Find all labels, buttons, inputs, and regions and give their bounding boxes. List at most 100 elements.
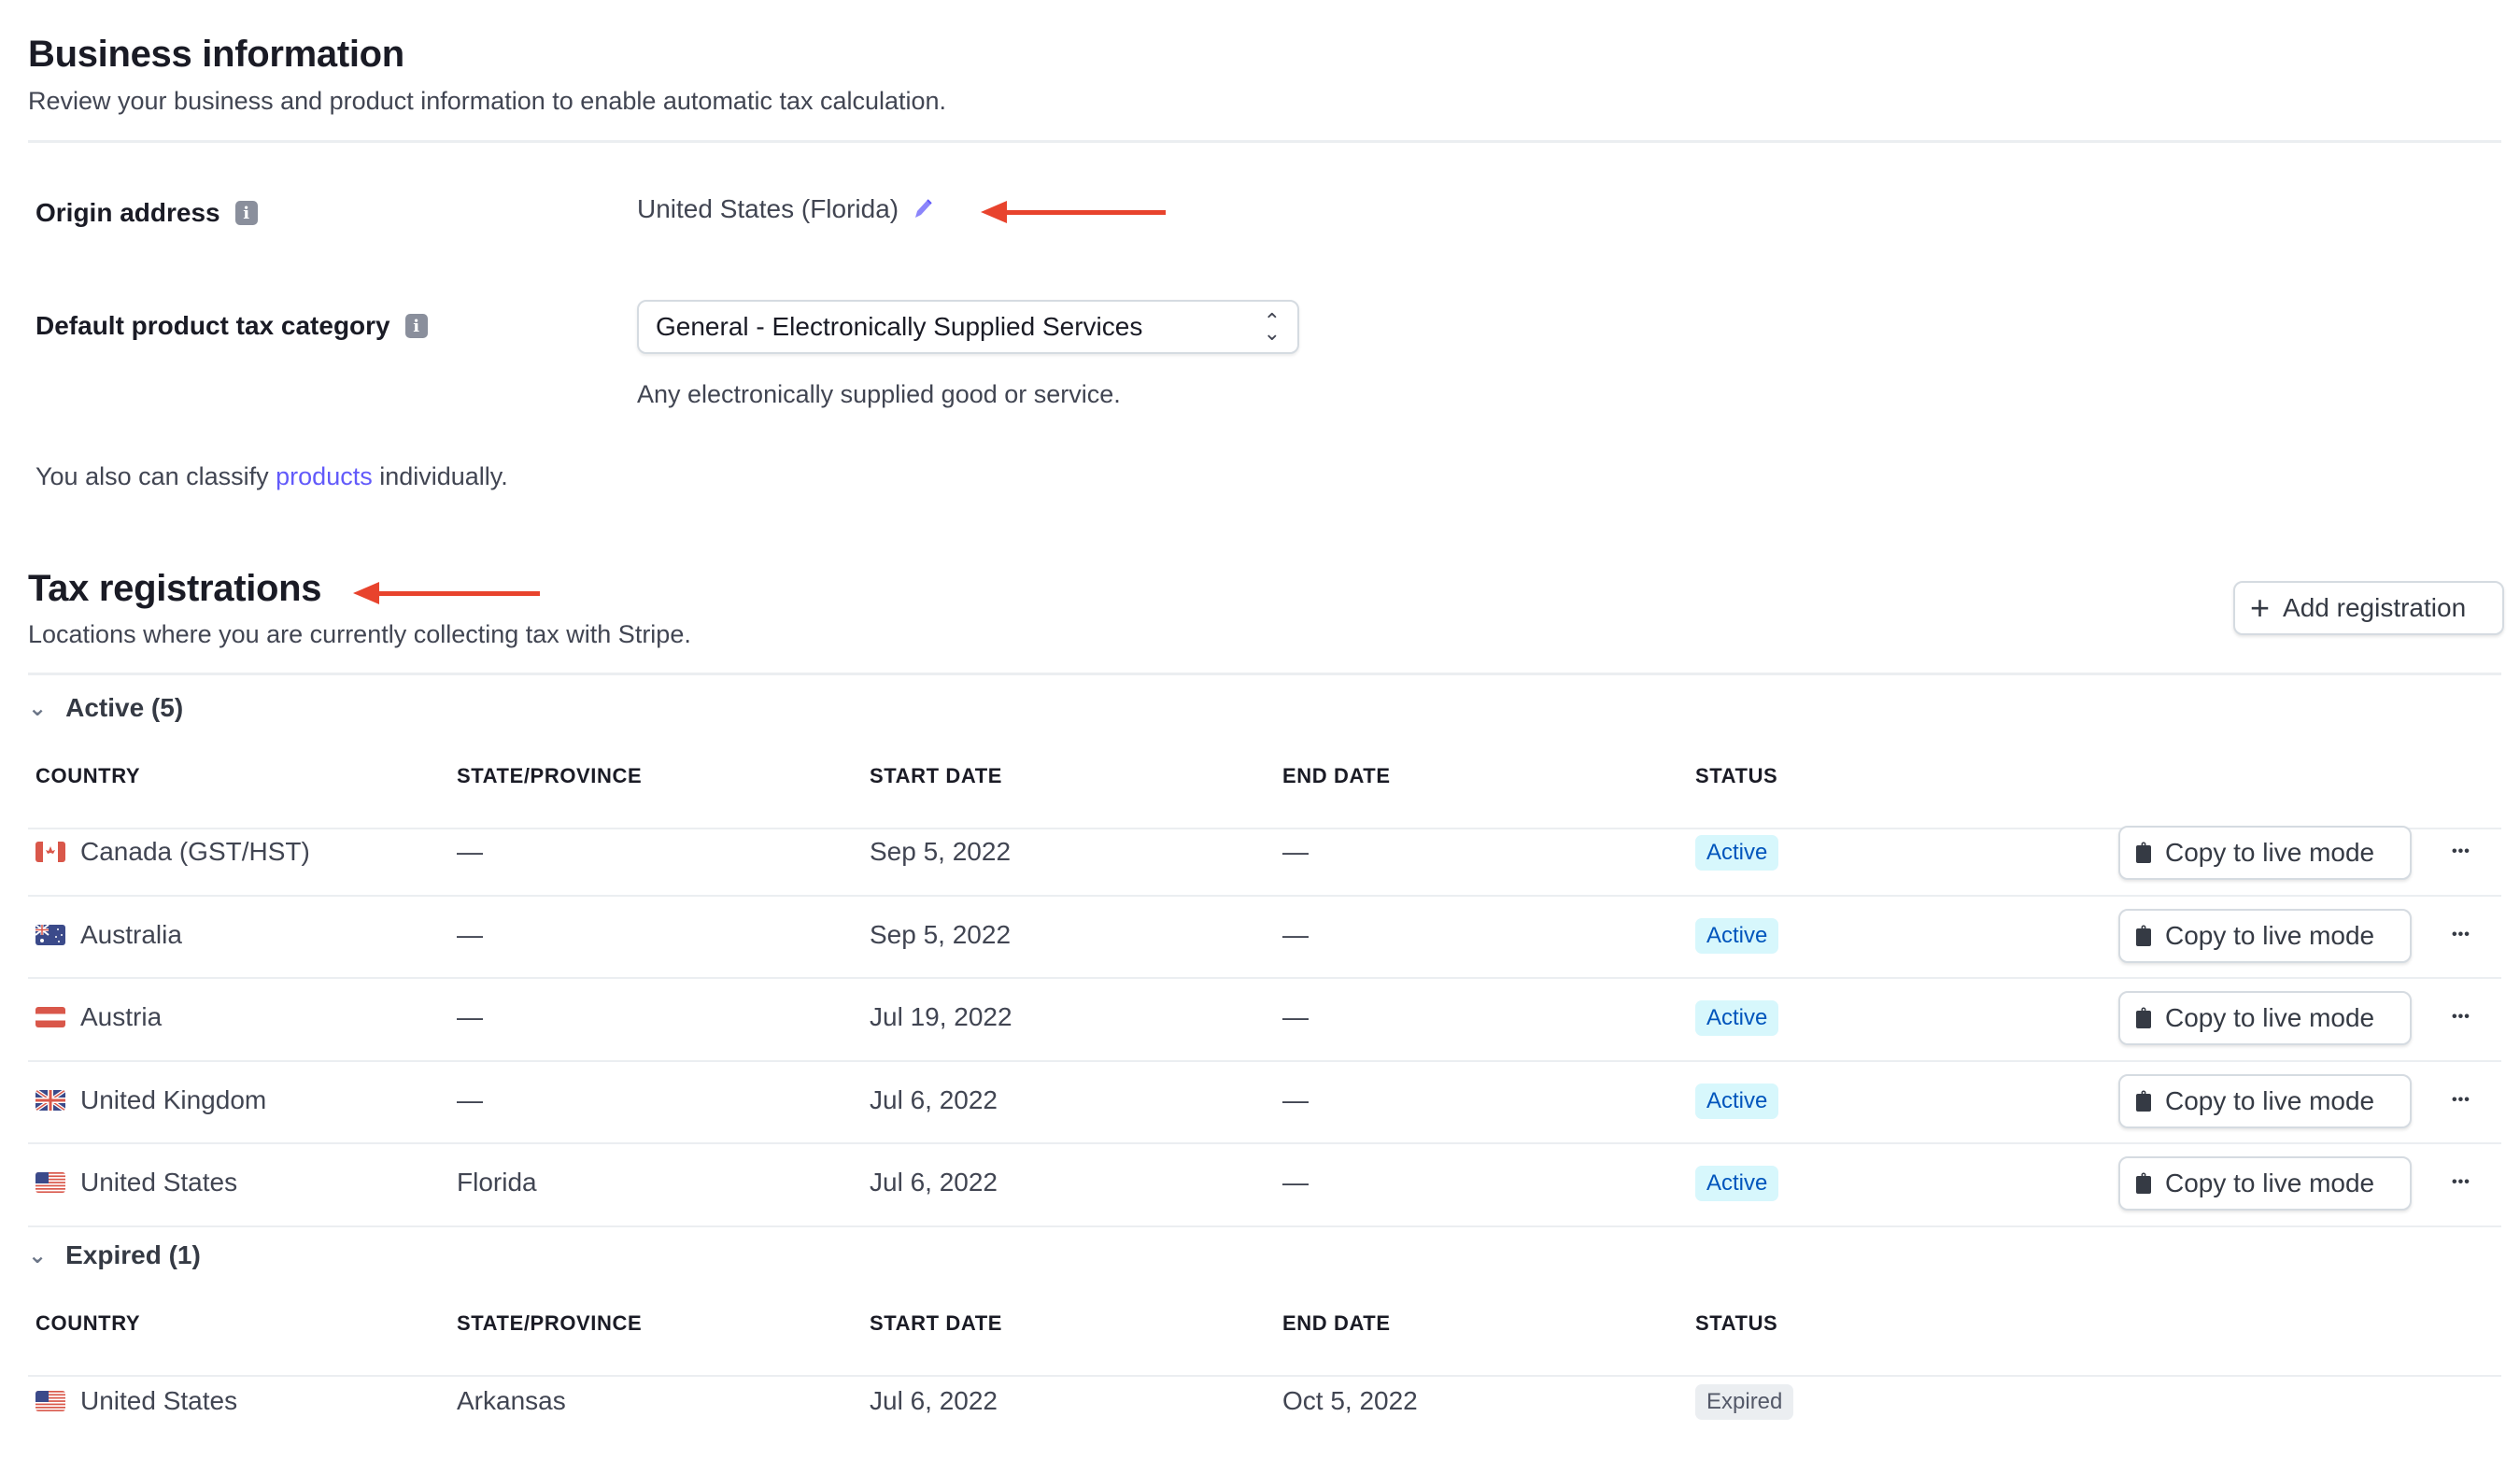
column-header-status: STATUS [1695,764,1778,787]
austria-flag-icon [35,1007,65,1028]
copy-to-live-mode-button[interactable]: Copy to live mode [2118,1073,2412,1128]
tax-registrations-title: Tax registrations [28,568,322,609]
classify-suffix: individually. [372,462,508,490]
expired-group-toggle[interactable]: ⌄ Expired (1) [28,1240,201,1270]
more-options-icon[interactable]: ••• [2452,1092,2470,1109]
country-cell: Australia [35,920,182,950]
status-badge: Expired [1695,1384,1794,1420]
country-name: Canada (GST/HST) [80,837,310,867]
australia-flag-icon [35,924,65,945]
origin-address-value: United States (Florida) [637,194,936,224]
column-header-country: COUNTRY [35,764,141,787]
tax-registrations-subtitle: Locations where you are currently collec… [28,620,691,648]
start-date-cell: Jul 19, 2022 [870,1002,1012,1032]
canada-flag-icon [35,842,65,863]
origin-address-text: United States (Florida) [637,194,899,223]
us-flag-icon [35,1391,65,1411]
copy-to-live-mode-label: Copy to live mode [2165,1003,2375,1033]
copy-to-live-mode-button[interactable]: Copy to live mode [2118,826,2412,881]
active-group-toggle[interactable]: ⌄ Active (5) [28,693,183,723]
more-options-icon[interactable]: ••• [2452,1009,2470,1026]
add-registration-label: Add registration [2283,593,2467,622]
row-divider [28,1142,2501,1144]
uk-flag-icon [35,1089,65,1111]
column-header-end-date: END DATE [1282,1311,1391,1335]
state-cell: — [457,1084,483,1114]
start-date-cell: Sep 5, 2022 [870,919,1012,949]
pencil-icon[interactable] [908,195,936,223]
row-divider [28,977,2501,979]
tax-category-label-text: Default product tax category [35,311,390,340]
column-header-start-date: START DATE [870,764,1003,787]
chevron-down-icon: ⌄ [28,695,48,721]
column-header-start-date: START DATE [870,1311,1003,1335]
copy-to-live-mode-label: Copy to live mode [2165,838,2375,868]
column-header-state-province: STATE/PROVINCE [457,764,643,787]
chevron-up-down-icon: ⌃ ⌄ [1263,308,1281,345]
copy-to-live-mode-button[interactable]: Copy to live mode [2118,908,2412,963]
country-cell: United States [35,1168,237,1197]
end-date-cell: — [1282,1168,1309,1197]
start-date-cell: Jul 6, 2022 [870,1386,998,1415]
state-cell: — [457,837,483,867]
country-name: Austria [80,1002,163,1032]
end-date-cell: — [1282,919,1309,949]
column-header-status: STATUS [1695,1311,1778,1335]
end-date-cell: — [1282,837,1309,867]
divider [28,140,2501,143]
end-date-cell: — [1282,1002,1309,1032]
copy-to-live-mode-label: Copy to live mode [2165,1085,2375,1115]
status-badge: Active [1695,835,1779,871]
more-options-icon[interactable]: ••• [2452,1174,2470,1191]
country-name: United States [80,1386,238,1415]
row-divider [28,894,2501,897]
column-header-end-date: END DATE [1282,764,1391,787]
business-info-title: Business information [28,34,404,75]
copy-to-live-mode-button[interactable]: Copy to live mode [2118,991,2412,1046]
country-name: Australia [80,919,182,949]
more-options-icon[interactable]: ••• [2452,843,2470,860]
state-cell: — [457,1002,483,1032]
header-divider [28,1375,2501,1377]
tax-category-select[interactable]: General - Electronically Supplied Servic… [637,300,1299,354]
clipboard-icon [2136,1172,2151,1195]
start-date-cell: Sep 5, 2022 [870,837,1012,867]
add-registration-button[interactable]: + Add registration [2233,581,2504,635]
chevron-down-icon: ⌄ [28,1242,48,1268]
tax-category-hint: Any electronically supplied good or serv… [637,380,1121,408]
more-options-icon[interactable]: ••• [2452,927,2470,943]
classify-prefix: You also can classify [35,462,276,490]
origin-address-label: Origin address i [35,198,258,228]
copy-to-live-mode-label: Copy to live mode [2165,1169,2375,1198]
country-cell: United Kingdom [35,1085,266,1115]
state-cell: Florida [457,1168,537,1197]
status-badge: Active [1695,917,1779,954]
clipboard-icon [2136,842,2151,864]
plus-icon: + [2250,588,2271,627]
country-cell: United States [35,1386,237,1416]
tax-category-selected: General - Electronically Supplied Servic… [656,312,1143,341]
clipboard-icon [2136,1090,2151,1112]
copy-to-live-mode-button[interactable]: Copy to live mode [2118,1156,2412,1211]
clipboard-icon [2136,1007,2151,1029]
tax-category-label: Default product tax category i [35,311,428,341]
clipboard-icon [2136,925,2151,946]
state-cell: — [457,919,483,949]
copy-to-live-mode-label: Copy to live mode [2165,920,2375,950]
end-date-cell: Oct 5, 2022 [1282,1386,1418,1415]
column-header-country: COUNTRY [35,1311,141,1335]
annotation-arrow [981,201,1166,223]
status-badge: Active [1695,1166,1779,1202]
country-cell: Canada (GST/HST) [35,837,310,867]
country-cell: Austria [35,1002,162,1032]
row-divider [28,1059,2501,1062]
us-flag-icon [35,1172,65,1194]
products-link[interactable]: products [276,462,373,490]
start-date-cell: Jul 6, 2022 [870,1168,998,1197]
info-icon[interactable]: i [404,314,428,338]
info-icon[interactable]: i [234,201,258,225]
end-date-cell: — [1282,1084,1309,1114]
divider [28,673,2501,675]
classify-text: You also can classify products individua… [35,462,508,491]
business-info-subtitle: Review your business and product informa… [28,87,947,115]
